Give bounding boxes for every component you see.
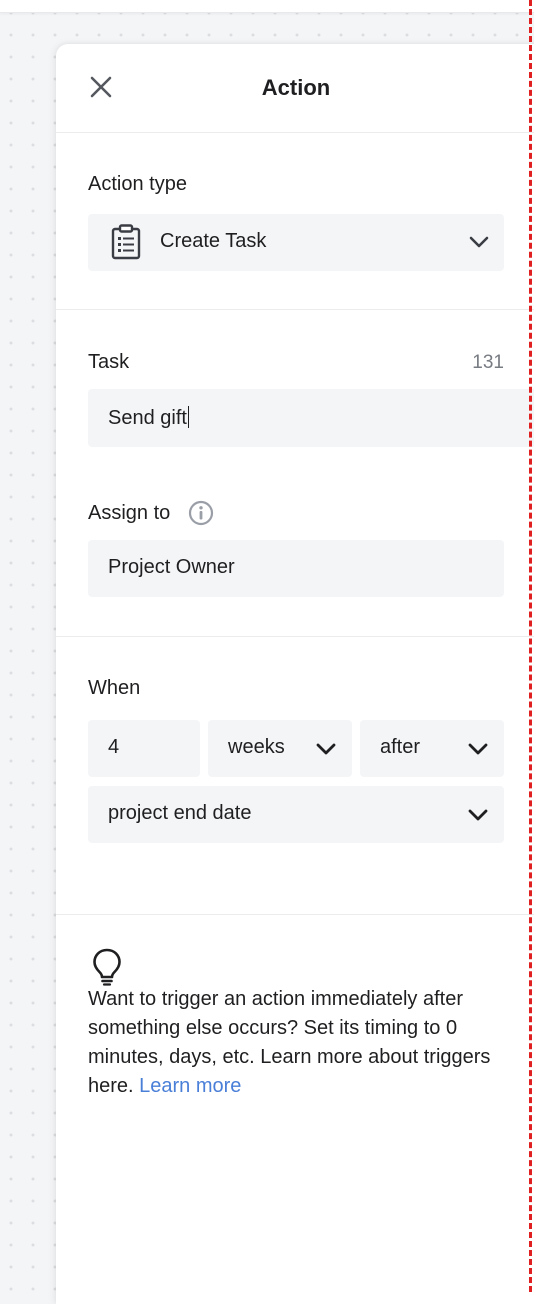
action-type-section: Action type Create Task xyxy=(56,133,534,310)
tip-text: Want to trigger an action immediately af… xyxy=(88,985,513,1101)
task-char-counter: 131 xyxy=(472,352,504,373)
tip-section: Want to trigger an action immediately af… xyxy=(56,915,534,1215)
top-toolbar-strip xyxy=(0,0,534,13)
action-type-label: Action type xyxy=(88,173,187,195)
chevron-down-icon xyxy=(468,743,488,755)
task-input[interactable]: Send gift xyxy=(88,389,534,447)
when-label: When xyxy=(88,677,141,699)
when-relation-select[interactable]: after xyxy=(360,720,504,777)
clipboard-icon xyxy=(111,224,141,260)
action-type-value: Create Task xyxy=(160,230,267,252)
when-amount-input[interactable]: 4 xyxy=(88,720,200,777)
drop-guide-line xyxy=(529,0,532,1292)
text-cursor xyxy=(187,406,190,428)
chevron-down-icon xyxy=(469,236,489,248)
panel-title: Action xyxy=(261,75,331,100)
when-relation-value: after xyxy=(380,736,421,758)
task-label: Task xyxy=(88,351,130,373)
task-input-text: Send gift xyxy=(108,407,187,429)
when-unit-value: weeks xyxy=(228,736,285,758)
lightbulb-icon xyxy=(93,948,121,986)
when-unit-select[interactable]: weeks xyxy=(208,720,352,777)
assign-to-label: Assign to xyxy=(88,502,171,524)
learn-more-link[interactable]: Learn more xyxy=(139,1075,241,1097)
assign-to-select[interactable]: Project Owner xyxy=(88,540,504,597)
chevron-down-icon xyxy=(316,743,336,755)
info-icon[interactable] xyxy=(188,500,214,526)
when-amount-value: 4 xyxy=(108,736,120,758)
action-type-select[interactable]: Create Task xyxy=(88,214,504,271)
when-reference-value: project end date xyxy=(108,802,252,824)
task-input-value: Send gift xyxy=(108,406,190,430)
when-reference-select[interactable]: project end date xyxy=(88,786,504,843)
chevron-down-icon xyxy=(468,809,488,821)
panel-header: Action xyxy=(56,44,534,133)
action-panel: Action Action type Create Task Task 131 xyxy=(56,44,534,1304)
when-section: When 4 weeks after project end date xyxy=(56,637,534,915)
task-section: Task 131 Send gift Assign to Project Own… xyxy=(56,310,534,637)
assign-to-value: Project Owner xyxy=(108,556,235,578)
